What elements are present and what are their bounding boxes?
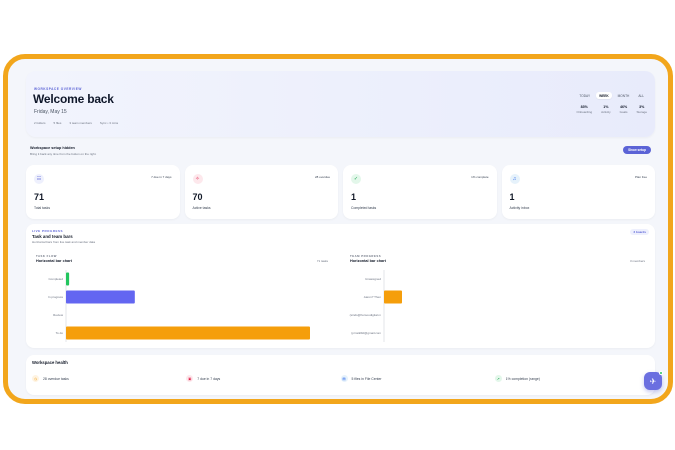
trend-icon: ↗ bbox=[494, 375, 502, 382]
stat-label: Goals bbox=[619, 110, 628, 114]
page-title: Welcome back bbox=[33, 92, 114, 106]
quick-action-button[interactable]: ✈ bbox=[644, 371, 663, 390]
range-week[interactable]: WEEK bbox=[596, 92, 612, 99]
chart-count: 3 members bbox=[629, 259, 645, 263]
stat-onboarding: 83% Onboarding bbox=[576, 105, 592, 114]
health-item-completion[interactable]: ↗ 1% completion (range) bbox=[494, 375, 649, 382]
health-item-files[interactable]: ▤ 5 files in File Center bbox=[340, 375, 495, 382]
welcome-hero: WORKSPACE OVERVIEW Welcome back Friday, … bbox=[26, 71, 655, 137]
stat-label: Storage bbox=[636, 110, 647, 114]
card-note: 7 due in 7 days bbox=[151, 175, 172, 179]
category-label: Review bbox=[53, 313, 64, 317]
stat-label: Onboarding bbox=[576, 110, 593, 114]
panel-subtitle: Horizontal bars from live task and membe… bbox=[32, 240, 96, 244]
file-icon: ▤ bbox=[340, 375, 348, 382]
category-label: Unassigned bbox=[365, 277, 381, 281]
bar-in-progress[interactable] bbox=[66, 290, 135, 304]
category-label: Completed bbox=[48, 277, 63, 281]
progress-panel: LIVE PROGRESS Task and team bars Horizon… bbox=[26, 224, 655, 348]
card-value: 71 bbox=[34, 192, 45, 202]
bar-to-do[interactable] bbox=[66, 326, 310, 340]
bell-icon: ♫ bbox=[509, 174, 520, 184]
chart-title: Horizontal bar chart bbox=[350, 259, 386, 263]
chart-eyebrow: TASK FLOW bbox=[36, 254, 57, 258]
chart-eyebrow: TEAM PROGRESS bbox=[350, 254, 382, 258]
card-total-tasks[interactable]: ☷ 7 due in 7 days 71 Total tasks bbox=[26, 165, 180, 219]
category-label: Aaron? Then bbox=[364, 295, 382, 299]
panel-title: Task and team bars bbox=[32, 234, 73, 239]
hero-meta: 2 folders 5 files 3 team members Sync • … bbox=[34, 121, 118, 125]
health-item-overdue[interactable]: ◷ 28 overdue tasks bbox=[32, 375, 186, 382]
range-today[interactable]: TODAY bbox=[576, 92, 593, 99]
workspace-health: Workspace health ◷ 28 overdue tasks ▣ 7 … bbox=[26, 355, 655, 395]
stat-value: 1% bbox=[603, 105, 609, 109]
sparkle-icon: ✧ bbox=[192, 174, 203, 184]
meta-sync: Sync • 3 mins bbox=[99, 121, 119, 125]
hero-stats: 83% Onboarding 1% Activity 46% Goals 3% … bbox=[576, 105, 647, 114]
card-value: 70 bbox=[192, 192, 203, 202]
card-label: Active tasks bbox=[192, 206, 211, 210]
rocket-icon: ✈ bbox=[649, 376, 657, 386]
health-items: ◷ 28 overdue tasks ▣ 7 due in 7 days ▤ 5… bbox=[32, 375, 649, 382]
health-item-label: 1% completion (range) bbox=[505, 376, 540, 381]
stat-value: 83% bbox=[580, 105, 588, 109]
category-label: (prnsikl9d@gmail.com bbox=[351, 331, 381, 335]
clock-icon: ◷ bbox=[32, 375, 39, 382]
health-title: Workspace health bbox=[32, 360, 68, 365]
card-active-tasks[interactable]: ✧ 28 overdue 70 Active tasks bbox=[184, 165, 338, 219]
health-item-label: 5 files in File Center bbox=[351, 376, 382, 381]
boards-badge: 2 boards bbox=[630, 229, 649, 235]
meta-members: 3 team members bbox=[69, 121, 92, 125]
card-label: Total tasks bbox=[34, 206, 51, 210]
stat-label: Activity bbox=[601, 110, 611, 114]
team-progress-chart: TEAM PROGRESS Horizontal bar chart 3 mem… bbox=[346, 252, 649, 344]
app-frame: WORKSPACE OVERVIEW Welcome back Friday, … bbox=[3, 54, 673, 404]
card-label: Activity inbox bbox=[509, 206, 530, 210]
range-switcher: TODAY WEEK MONTH ALL bbox=[576, 92, 647, 99]
dashboard: WORKSPACE OVERVIEW Welcome back Friday, … bbox=[8, 59, 668, 399]
hero-date: Friday, May 15 bbox=[34, 109, 67, 115]
task-flow-chart: TASK FLOW Horizontal bar chart 71 tasks … bbox=[32, 252, 332, 344]
range-month[interactable]: MONTH bbox=[615, 92, 633, 99]
meta-files: 5 files bbox=[53, 121, 62, 125]
category-label: (sinds@hursoudigital.m bbox=[350, 313, 382, 317]
card-value: 1 bbox=[509, 192, 515, 202]
list-icon: ☷ bbox=[34, 174, 44, 184]
card-note: Plan free bbox=[634, 175, 647, 179]
category-label: In progress bbox=[48, 295, 64, 299]
card-activity-inbox[interactable]: ♫ Plan free 1 Activity inbox bbox=[501, 165, 655, 219]
kpi-cards: ☷ 7 due in 7 days 71 Total tasks ✧ 28 ov… bbox=[26, 165, 655, 219]
card-note: 1% complete bbox=[471, 175, 489, 179]
calendar-icon: ▣ bbox=[186, 375, 194, 382]
bar-completed[interactable] bbox=[66, 272, 70, 286]
panel-eyebrow: LIVE PROGRESS bbox=[32, 229, 64, 233]
range-all[interactable]: ALL bbox=[635, 92, 647, 99]
health-item-due[interactable]: ▣ 7 due in 7 days bbox=[186, 375, 340, 382]
banner-subtitle: Bring it back any time from the button o… bbox=[30, 152, 97, 156]
hero-eyebrow: WORKSPACE OVERVIEW bbox=[34, 87, 82, 91]
setup-banner: Workspace setup hidden Bring it back any… bbox=[26, 143, 655, 161]
check-icon: ✓ bbox=[351, 174, 361, 184]
online-indicator bbox=[659, 371, 663, 375]
card-completed-tasks[interactable]: ✓ 1% complete 1 Completed tasks bbox=[343, 165, 497, 219]
stat-goals: 46% Goals bbox=[620, 105, 628, 114]
category-label: To do bbox=[56, 331, 64, 335]
bar-aaron-then[interactable] bbox=[384, 290, 402, 304]
chart-title: Horizontal bar chart bbox=[36, 259, 72, 263]
card-value: 1 bbox=[351, 192, 357, 202]
banner-title: Workspace setup hidden bbox=[30, 146, 75, 150]
card-label: Completed tasks bbox=[351, 206, 377, 210]
card-note: 28 overdue bbox=[314, 175, 330, 179]
show-setup-button[interactable]: Show setup bbox=[623, 146, 651, 154]
stat-storage: 3% Storage bbox=[636, 105, 647, 114]
stat-value: 46% bbox=[619, 105, 628, 109]
stat-activity: 1% Activity bbox=[601, 105, 611, 114]
meta-folders: 2 folders bbox=[34, 121, 46, 125]
team-progress-svg: Unassigned Aaron? Then (sinds@hursoudigita… bbox=[350, 270, 402, 342]
chart-count: 71 tasks bbox=[316, 259, 328, 263]
health-item-label: 7 due in 7 days bbox=[197, 376, 221, 381]
stat-value: 3% bbox=[639, 105, 645, 109]
health-item-label: 28 overdue tasks bbox=[43, 376, 69, 381]
task-flow-svg: Completed In progress Review To do bbox=[48, 270, 310, 342]
